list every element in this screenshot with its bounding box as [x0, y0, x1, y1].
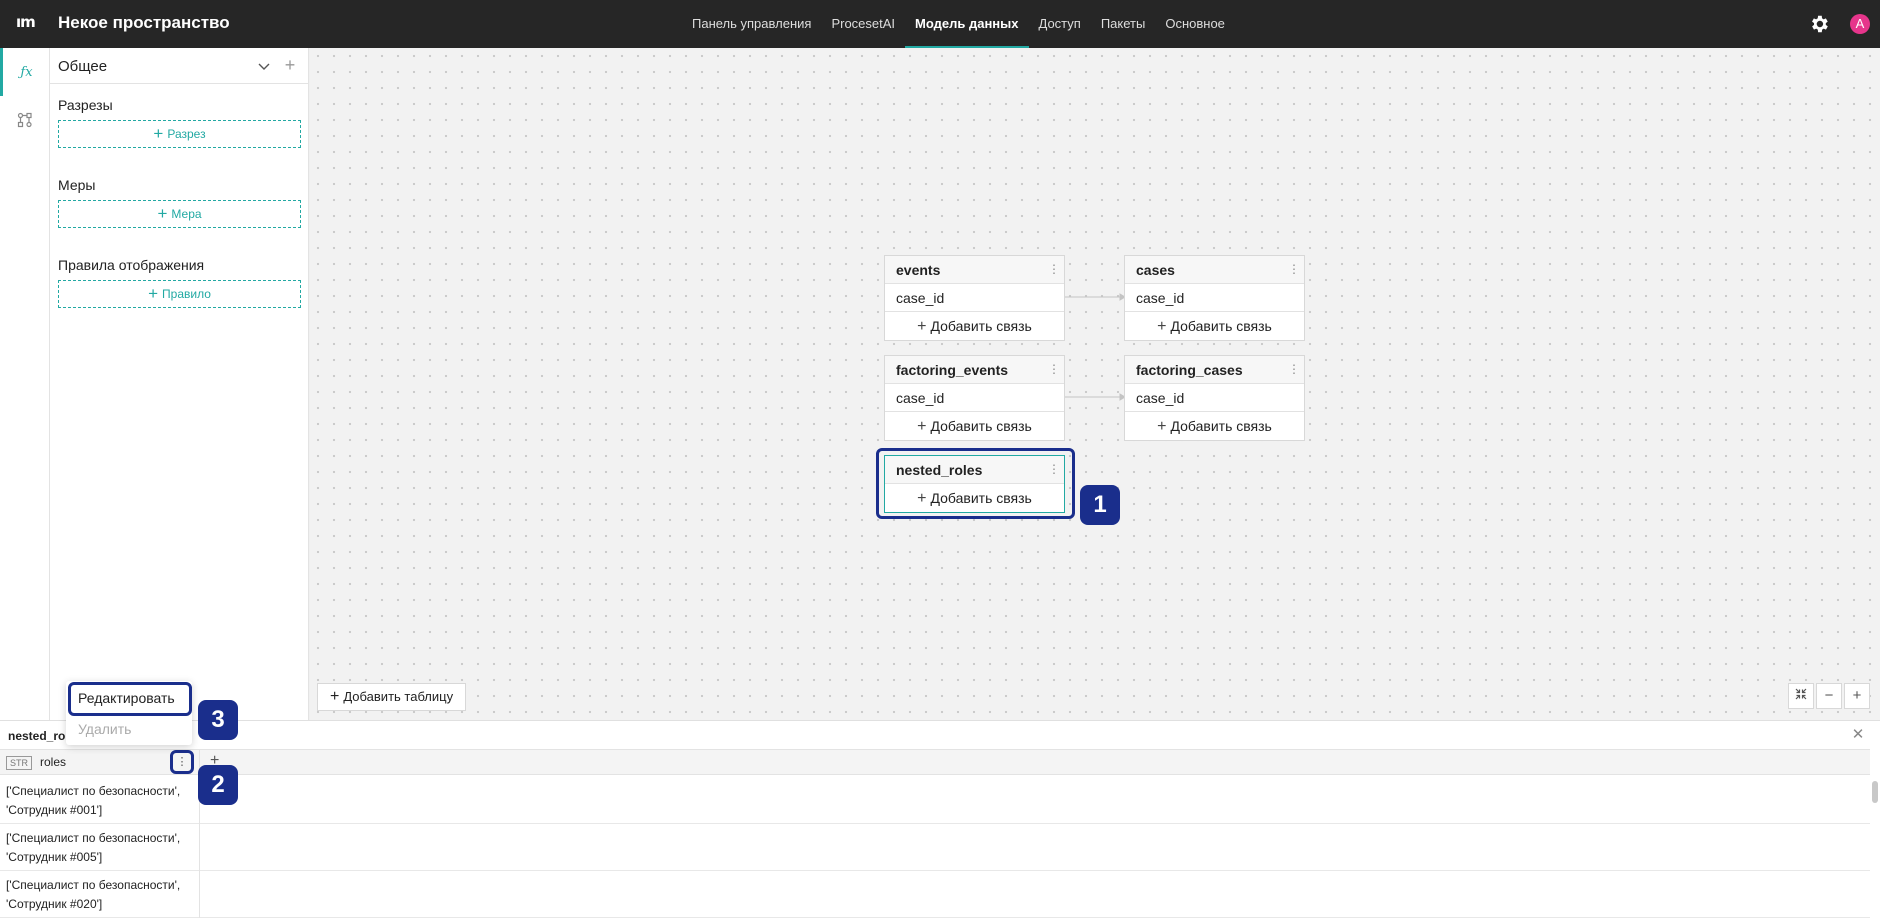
annotation-badge-1: 1 [1080, 485, 1120, 525]
plus-icon: + [1852, 687, 1862, 704]
table-cell[interactable]: ['Специалист по безопасности', 'Сотрудни… [0, 777, 200, 824]
kebab-menu-icon[interactable]: ⋮ [1048, 361, 1060, 377]
table-name: factoring_cases [1136, 362, 1243, 378]
annotation-badge-2: 2 [198, 765, 238, 805]
plus-icon: + [330, 688, 340, 705]
table-column[interactable]: case_id [1125, 384, 1304, 412]
table-name: factoring_events [896, 362, 1009, 378]
add-link-button[interactable]: + Добавить связь [1125, 412, 1304, 440]
nav-item-dashboard[interactable]: Панель управления [682, 0, 821, 48]
zoom-in-button[interactable]: + [1844, 683, 1870, 709]
collapse-icon [1795, 688, 1807, 700]
table-header: factoring_events ⋮ [885, 356, 1064, 384]
schema-icon [17, 112, 32, 128]
main-nav: Панель управления ProcesetAI Модель данн… [682, 0, 1235, 48]
panel-header: Общее + [50, 48, 309, 84]
add-rule-button[interactable]: + Правило [58, 280, 301, 308]
plus-icon: + [917, 418, 927, 435]
table-header: factoring_cases ⋮ [1125, 356, 1304, 384]
app-logo[interactable]: ım [16, 13, 38, 35]
plus-icon: + [1157, 318, 1167, 335]
chevron-down-icon[interactable] [256, 58, 272, 74]
table-cell[interactable]: ['Специалист по безопасности', 'Сотрудни… [0, 824, 200, 871]
kebab-menu-icon[interactable]: ⋮ [1288, 361, 1300, 377]
scrollbar-thumb[interactable] [1872, 781, 1878, 803]
add-panel-button[interactable]: + [280, 54, 300, 76]
nav-item-procesetai[interactable]: ProcesetAI [821, 0, 905, 48]
slices-label: Разрезы [58, 97, 113, 113]
user-avatar[interactable]: A [1850, 14, 1870, 34]
nav-item-access[interactable]: Доступ [1029, 0, 1091, 48]
gear-icon[interactable] [1808, 13, 1830, 35]
relations-layer [1065, 293, 1126, 401]
nav-item-packages[interactable]: Пакеты [1091, 0, 1156, 48]
close-icon[interactable]: ✕ [1850, 725, 1866, 743]
minus-icon: − [1824, 687, 1834, 704]
highlight-box-2 [170, 750, 194, 774]
table-row: ['Специалист по безопасности', 'Сотрудни… [0, 777, 1870, 824]
table-card-factoring-cases[interactable]: factoring_cases ⋮ case_id + Добавить связ… [1124, 355, 1305, 441]
kebab-menu-icon[interactable]: ⋮ [1048, 461, 1060, 477]
zoom-out-button[interactable]: − [1816, 683, 1842, 709]
panel-title: Общее [58, 58, 108, 75]
add-link-button[interactable]: + Добавить связь [885, 412, 1064, 440]
rail-item-schema[interactable] [0, 96, 50, 144]
table-header: cases ⋮ [1125, 256, 1304, 284]
type-tag: STR [6, 756, 32, 770]
table-preview-panel: nested_roles ✕ STR roles ⋮ + ['Специалис… [0, 720, 1880, 920]
plus-icon: + [153, 124, 164, 143]
measures-label: Меры [58, 177, 96, 193]
highlight-box-3 [68, 682, 192, 716]
add-link-button[interactable]: + Добавить связь [885, 312, 1064, 340]
add-table-button[interactable]: + Добавить таблицу [317, 683, 467, 711]
rail-item-functions[interactable]: ƒx [0, 48, 50, 96]
table-header: nested_roles ⋮ [885, 456, 1064, 484]
table-name: cases [1136, 262, 1175, 278]
table-card-events[interactable]: events ⋮ case_id + Добавить связь [884, 255, 1065, 341]
table-name: events [896, 262, 941, 278]
preview-grid-header: STR roles ⋮ + [0, 749, 1870, 776]
table-column[interactable]: case_id [885, 284, 1064, 312]
add-slice-button[interactable]: + Разрез [58, 120, 301, 148]
plus-icon: + [917, 490, 927, 507]
function-icon: ƒx [20, 64, 33, 80]
plus-icon: + [148, 284, 159, 303]
column-name: roles [40, 755, 67, 769]
add-link-button[interactable]: + Добавить связь [885, 484, 1064, 512]
delete-menu-item[interactable]: Удалить [66, 714, 192, 744]
data-model-canvas[interactable]: events ⋮ case_id + Добавить связь cases ⋮… [310, 48, 1880, 720]
add-link-button[interactable]: + Добавить связь [1125, 312, 1304, 340]
display-rules-label: Правила отображения [58, 257, 205, 273]
side-panel: Общее + Разрезы + Разрез Меры + Мера Пра… [50, 48, 309, 720]
plus-icon: + [917, 318, 927, 335]
table-column[interactable]: case_id [1125, 284, 1304, 312]
kebab-menu-icon[interactable]: ⋮ [1048, 261, 1060, 277]
nav-item-data-model[interactable]: Модель данных [905, 0, 1029, 48]
plus-icon: + [157, 204, 168, 223]
table-row: ['Специалист по безопасности', 'Сотрудни… [0, 871, 1870, 918]
table-cell[interactable]: ['Специалист по безопасности', 'Сотрудни… [0, 871, 200, 918]
add-measure-button[interactable]: + Мера [58, 200, 301, 228]
vertical-scrollbar[interactable] [1872, 777, 1878, 920]
top-bar: ım Некое пространство Панель управления … [0, 0, 1880, 48]
table-name: nested_roles [896, 462, 983, 478]
left-rail: ƒx [0, 48, 50, 720]
fit-view-button[interactable] [1788, 683, 1814, 709]
table-card-factoring-events[interactable]: factoring_events ⋮ case_id + Добавить свя… [884, 355, 1065, 441]
kebab-menu-icon[interactable]: ⋮ [1288, 261, 1300, 277]
table-card-nested-roles[interactable]: nested_roles ⋮ + Добавить связь [884, 455, 1065, 513]
nav-item-main[interactable]: Основное [1155, 0, 1235, 48]
plus-icon: + [1157, 418, 1167, 435]
annotation-badge-3: 3 [198, 700, 238, 740]
space-title: Некое пространство [58, 13, 230, 32]
table-column[interactable]: case_id [885, 384, 1064, 412]
table-row: ['Специалист по безопасности', 'Сотрудни… [0, 824, 1870, 871]
table-header: events ⋮ [885, 256, 1064, 284]
table-card-cases[interactable]: cases ⋮ case_id + Добавить связь [1124, 255, 1305, 341]
